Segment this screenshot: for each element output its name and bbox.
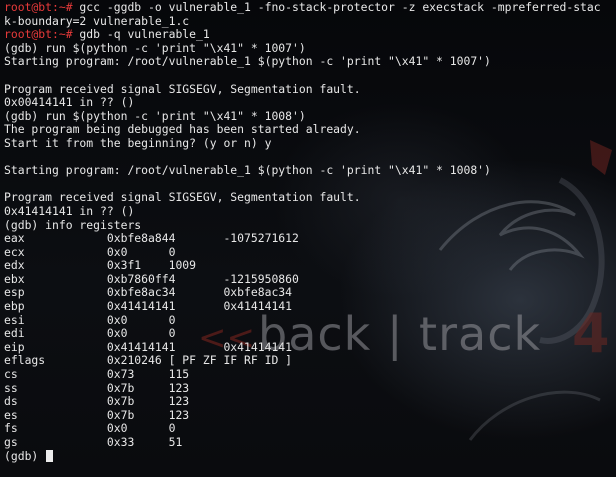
terminal-line: root@bt:~# gdb -q vulnerable_1 (4, 27, 616, 42)
terminal-line: (gdb) (4, 448, 616, 464)
line-text: ebp 0x41414141 0x41414141 (4, 299, 293, 314)
terminal-line: k-boundary=2 vulnerable_1.c (4, 13, 616, 29)
terminal-line: ebx 0xb7860ff4 -1215950860 (4, 271, 616, 287)
line-text: gdb -q vulnerable_1 (72, 27, 210, 42)
line-text: gcc -ggdb -o vulnerable_1 -fno-stack-pro… (72, 1, 601, 14)
shell-prompt: root@bt:~# (4, 27, 73, 42)
terminal-window[interactable]: << back | track 4 root@bt:~# gcc -ggdb -… (0, 0, 616, 477)
line-text: edi 0x0 0 (4, 326, 176, 341)
terminal-line: root@bt:~# gcc -ggdb -o vulnerable_1 -fn… (4, 1, 616, 15)
terminal-line: eflags 0x210246 [ PF ZF IF RF ID ] (4, 354, 616, 368)
line-text: Starting program: /root/vulnerable_1 $(p… (4, 163, 491, 178)
text-cursor[interactable] (46, 449, 54, 462)
line-text: es 0x7b 123 (4, 407, 190, 422)
line-text: esi 0x0 0 (4, 312, 176, 327)
line-text: (gdb) run $(python -c 'print "\x41" * 10… (4, 108, 306, 123)
line-text: 0x00414141 in ?? () (4, 95, 135, 110)
terminal-line: The program being debugged has been star… (4, 123, 616, 137)
terminal-line: esp 0xbfe8ac34 0xbfe8ac34 (4, 286, 616, 300)
line-text: eflags 0x210246 [ PF ZF IF RF ID ] (4, 353, 293, 368)
terminal-line: ss 0x7b 123 (4, 380, 616, 396)
line-text: (gdb) (4, 448, 46, 463)
terminal-line: Start it from the beginning? (y or n) y (4, 135, 616, 151)
line-text: (gdb) run $(python -c 'print "\x41" * 10… (4, 40, 306, 55)
terminal-line: es 0x7b 123 (4, 407, 616, 423)
line-text: 0x41414141 in ?? () (4, 203, 135, 218)
line-text: eip 0x41414141 0x41414141 (4, 339, 293, 354)
terminal-line: (gdb) run $(python -c 'print "\x41" * 10… (4, 108, 616, 124)
terminal-line: fs 0x0 0 (4, 422, 616, 436)
line-text: ecx 0x0 0 (4, 244, 176, 259)
terminal-line: eax 0xbfe8a844 -1075271612 (4, 231, 616, 246)
terminal-line: edx 0x3f1 1009 (4, 258, 616, 273)
line-text: The program being debugged has been star… (4, 122, 361, 137)
line-text: Program received signal SIGSEGV, Segment… (4, 190, 361, 205)
terminal-line: cs 0x73 115 (4, 367, 616, 382)
terminal-line: Program received signal SIGSEGV, Segment… (4, 191, 616, 205)
line-text: (gdb) info registers (4, 217, 142, 232)
line-text: ebx 0xb7860ff4 -1215950860 (4, 271, 299, 286)
line-text: Start it from the beginning? (y or n) y (4, 135, 272, 150)
terminal-line: eip 0x41414141 0x41414141 (4, 339, 616, 355)
line-text: Starting program: /root/vulnerable_1 $(p… (4, 54, 491, 69)
terminal-line: (gdb) run $(python -c 'print "\x41" * 10… (4, 40, 616, 56)
terminal-line: gs 0x33 51 (4, 435, 616, 450)
terminal-line: ebp 0x41414141 0x41414141 (4, 299, 616, 314)
line-text: cs 0x73 115 (4, 367, 190, 382)
line-text: ss 0x7b 123 (4, 380, 190, 395)
line-text: Program received signal SIGSEGV, Segment… (4, 81, 361, 96)
line-text: eax 0xbfe8a844 -1075271612 (4, 231, 299, 246)
line-text: esp 0xbfe8ac34 0xbfe8ac34 (4, 285, 293, 300)
terminal-line: Program received signal SIGSEGV, Segment… (4, 81, 616, 97)
line-text: edx 0x3f1 1009 (4, 258, 197, 273)
line-text: k-boundary=2 vulnerable_1.c (4, 13, 190, 28)
terminal-output: root@bt:~# gcc -ggdb -o vulnerable_1 -fn… (4, 1, 616, 463)
terminal-line: esi 0x0 0 (4, 312, 616, 328)
terminal-line: ecx 0x0 0 (4, 244, 616, 260)
line-text: fs 0x0 0 (4, 421, 176, 436)
terminal-line: ds 0x7b 123 (4, 394, 616, 409)
line-text: gs 0x33 51 (4, 435, 183, 449)
terminal-line: (gdb) info registers (4, 217, 616, 233)
terminal-line: 0x41414141 in ?? () (4, 203, 616, 219)
terminal-line: edi 0x0 0 (4, 326, 616, 341)
line-text: ds 0x7b 123 (4, 394, 190, 409)
shell-prompt: root@bt:~# (4, 1, 73, 14)
terminal-line: 0x00414141 in ?? () (4, 95, 616, 110)
terminal-line: Starting program: /root/vulnerable_1 $(p… (4, 163, 616, 178)
terminal-line: Starting program: /root/vulnerable_1 $(p… (4, 55, 616, 69)
